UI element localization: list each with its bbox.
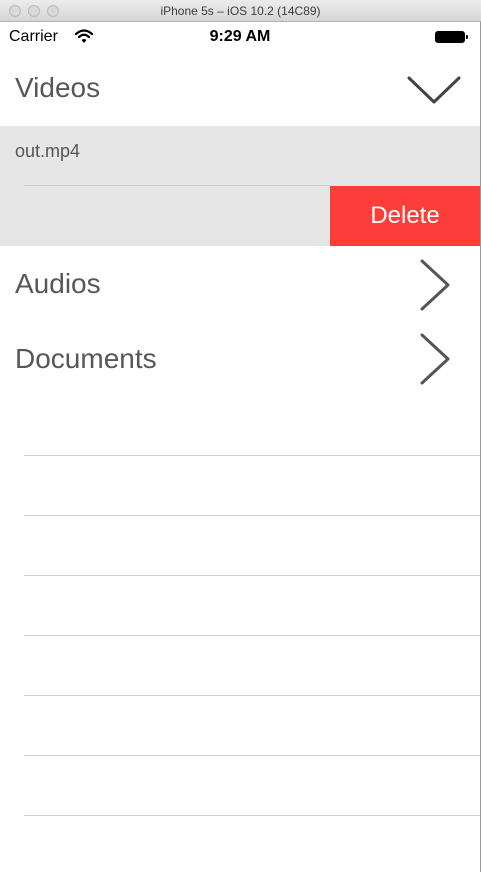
empty-row-divider bbox=[24, 575, 480, 576]
empty-row-divider bbox=[24, 755, 480, 756]
window-title: iPhone 5s – iOS 10.2 (14C89) bbox=[160, 4, 321, 18]
section-audios[interactable]: Audios bbox=[0, 246, 480, 322]
chevron-right-icon[interactable] bbox=[418, 332, 452, 386]
chevron-down-icon[interactable] bbox=[406, 74, 462, 108]
section-label: Audios bbox=[15, 268, 101, 299]
section-label: Documents bbox=[15, 343, 157, 374]
empty-row-divider bbox=[24, 635, 480, 636]
status-bar: Carrier 9:29 AM bbox=[0, 22, 480, 50]
file-name: out.mp4 bbox=[15, 141, 81, 161]
chevron-right-icon[interactable] bbox=[418, 258, 452, 312]
empty-row-divider bbox=[24, 695, 480, 696]
row-divider bbox=[24, 185, 330, 186]
battery-icon bbox=[435, 31, 468, 43]
video-file-row[interactable]: out.mp4 Delete bbox=[0, 126, 480, 246]
section-label: Videos bbox=[15, 72, 101, 103]
empty-row-divider bbox=[24, 815, 480, 816]
empty-row-divider bbox=[24, 455, 480, 456]
section-videos[interactable]: Videos bbox=[0, 62, 480, 126]
section-documents[interactable]: Documents bbox=[0, 322, 480, 398]
simulator-title-bar: iPhone 5s – iOS 10.2 (14C89) bbox=[0, 0, 481, 22]
empty-row-divider bbox=[24, 515, 480, 516]
clock-time: 9:29 AM bbox=[209, 28, 271, 45]
device-screen: Carrier 9:29 AM Videos out.mp4 Delete Au… bbox=[0, 22, 481, 872]
delete-button[interactable]: Delete bbox=[330, 186, 480, 246]
